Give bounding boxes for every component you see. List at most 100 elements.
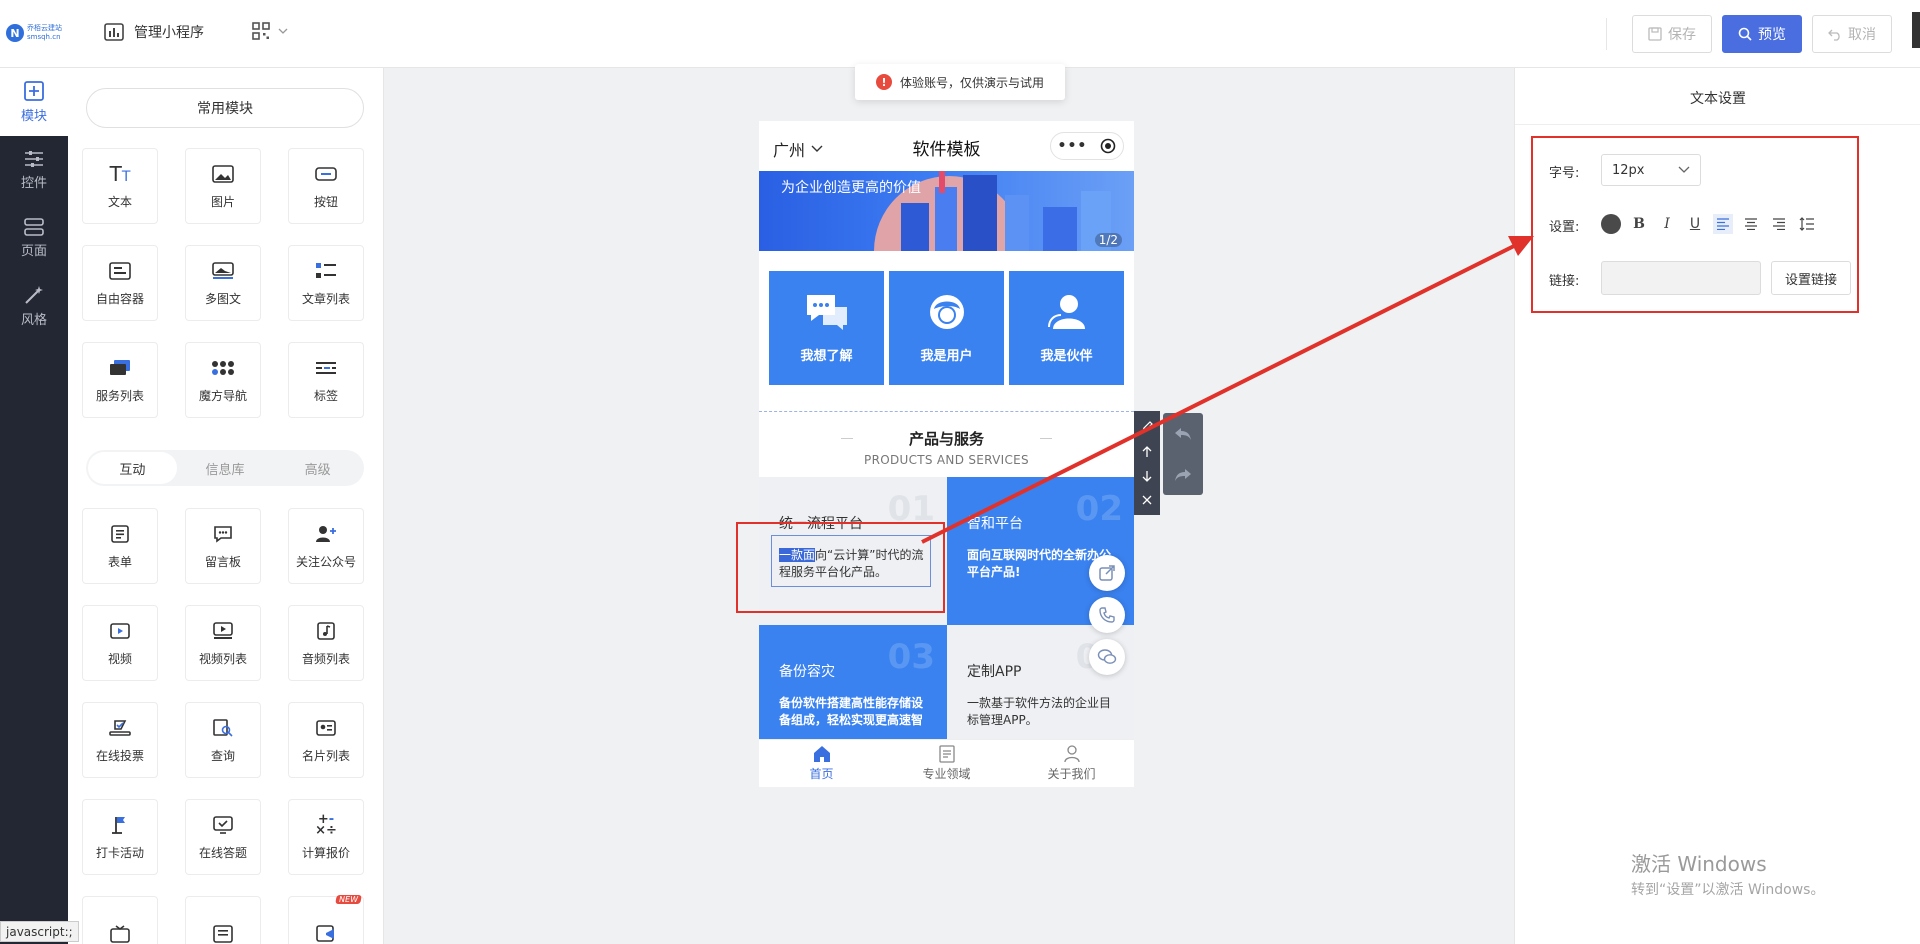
card-i-am-partner[interactable]: 我是伙伴 bbox=[1009, 271, 1124, 385]
preview-button[interactable]: 预览 bbox=[1722, 15, 1802, 53]
tab-interactive[interactable]: 互动 bbox=[88, 452, 177, 484]
tab-about-us[interactable]: 关于我们 bbox=[1009, 740, 1134, 787]
quiz-icon bbox=[211, 814, 235, 836]
phone-title-bar: 广州 软件模板 ••• bbox=[759, 121, 1134, 171]
sidebar-item-controls[interactable]: 控件 bbox=[0, 136, 68, 204]
share-float-button[interactable] bbox=[1089, 555, 1125, 591]
entry-cards: 我想了解 我是用户 我是伙伴 bbox=[769, 271, 1124, 385]
module-button[interactable]: 按钮 bbox=[288, 148, 364, 224]
more-icon[interactable]: ••• bbox=[1058, 138, 1088, 154]
module-text[interactable]: TT 文本 bbox=[82, 148, 158, 224]
module-free-container[interactable]: 自由容器 bbox=[82, 245, 158, 321]
user-plus-icon bbox=[314, 523, 338, 545]
tab-home[interactable]: 首页 bbox=[759, 740, 884, 787]
module-video[interactable]: 视频 bbox=[82, 605, 158, 681]
qr-code-dropdown[interactable] bbox=[252, 22, 288, 40]
module-new[interactable]: NEW bbox=[288, 895, 364, 944]
set-link-button[interactable]: 设置链接 bbox=[1771, 261, 1851, 295]
sidebar-item-style[interactable]: 风格 bbox=[0, 272, 68, 340]
cancel-button[interactable]: 取消 bbox=[1812, 15, 1892, 53]
redo-icon[interactable] bbox=[1174, 468, 1192, 482]
search-icon bbox=[1738, 27, 1752, 41]
modules-panel: 常用模块 TT 文本 图片 按钮 自由容器 多图文 文章列表 服务列表 魔方导航 … bbox=[68, 68, 384, 944]
container-icon bbox=[108, 260, 132, 282]
pencil-icon[interactable] bbox=[1141, 421, 1153, 433]
user-face-icon bbox=[929, 294, 964, 329]
align-right-icon[interactable] bbox=[1769, 214, 1789, 234]
logo[interactable]: N 乔栢云建站 smsqh.cn bbox=[6, 18, 68, 48]
products-section-header[interactable]: 产品与服务 PRODUCTS AND SERVICES bbox=[759, 411, 1134, 477]
phone-float-button[interactable] bbox=[1089, 597, 1125, 633]
settings-title: 文本设置 bbox=[1690, 91, 1746, 107]
multi-image-icon bbox=[211, 260, 235, 282]
italic-icon[interactable]: I bbox=[1657, 214, 1677, 234]
module-online-vote[interactable]: 在线投票 bbox=[82, 702, 158, 778]
tab-advanced[interactable]: 高级 bbox=[273, 452, 362, 484]
service-list-icon bbox=[108, 357, 132, 379]
toast-text: 体验账号，仅供演示与试用 bbox=[899, 75, 1044, 90]
card-i-am-user[interactable]: 我是用户 bbox=[889, 271, 1004, 385]
magic-wand-icon bbox=[25, 285, 43, 304]
link-input[interactable] bbox=[1601, 261, 1761, 295]
module-cube-nav[interactable]: 魔方导航 bbox=[185, 342, 261, 418]
close-circle-icon[interactable] bbox=[1100, 138, 1116, 154]
module-query[interactable]: 查询 bbox=[185, 702, 261, 778]
card-learn-more[interactable]: 我想了解 bbox=[769, 271, 884, 385]
tags-icon bbox=[314, 357, 338, 379]
preview-label: 预览 bbox=[1758, 27, 1786, 43]
module-card-list[interactable]: 名片列表 bbox=[288, 702, 364, 778]
product-number: 02 bbox=[1075, 489, 1123, 529]
text-settings-panel: 文本设置 字号: 12px 设置: B I U 链接: 设置链接 激活 Wind… bbox=[1514, 68, 1920, 944]
annotation-box-selected-text bbox=[736, 522, 945, 613]
module-message-board[interactable]: 留言板 bbox=[185, 508, 261, 584]
align-center-icon[interactable] bbox=[1741, 214, 1761, 234]
windows-activation-watermark: 激活 Windows 转到“设置”以激活 Windows。 bbox=[1631, 848, 1824, 899]
card-label: 我是伙伴 bbox=[1040, 348, 1093, 364]
banner-carousel[interactable]: 为企业创造更高的价值 1/2 bbox=[759, 171, 1134, 251]
module-calc-quote[interactable]: +- ×÷ 计算报价 bbox=[288, 799, 364, 875]
module-list[interactable] bbox=[185, 896, 261, 944]
module-follow-account[interactable]: 关注公众号 bbox=[288, 508, 364, 584]
tab-info-library[interactable]: 信息库 bbox=[181, 452, 270, 484]
chat-bubbles-icon bbox=[806, 294, 847, 330]
tab-professional-fields[interactable]: 专业领域 bbox=[884, 740, 1009, 787]
mini-program-capsule[interactable]: ••• bbox=[1050, 132, 1124, 160]
vote-icon bbox=[108, 717, 132, 739]
new-badge: NEW bbox=[335, 895, 362, 904]
card-label: 我是用户 bbox=[920, 348, 973, 364]
module-audio-list[interactable]: 音频列表 bbox=[288, 605, 364, 681]
chevron-down-icon bbox=[1678, 166, 1690, 173]
bold-icon[interactable]: B bbox=[1629, 214, 1649, 234]
manage-miniprogram-button[interactable]: 管理小程序 bbox=[104, 22, 204, 42]
title-line-left bbox=[840, 438, 853, 439]
underline-icon[interactable]: U bbox=[1685, 214, 1705, 234]
module-article-list[interactable]: 文章列表 bbox=[288, 245, 364, 321]
line-height-icon[interactable] bbox=[1797, 214, 1817, 234]
module-video-list[interactable]: 视频列表 bbox=[185, 605, 261, 681]
section-title: 产品与服务 bbox=[908, 430, 984, 448]
wechat-float-button[interactable] bbox=[1089, 639, 1125, 675]
text-color-swatch[interactable] bbox=[1601, 214, 1621, 234]
undo-icon bbox=[1828, 29, 1840, 41]
move-down-icon[interactable] bbox=[1142, 470, 1152, 483]
close-icon[interactable] bbox=[1142, 495, 1152, 505]
sidebar-item-modules[interactable]: 模块 bbox=[0, 68, 68, 136]
align-left-icon[interactable] bbox=[1713, 214, 1733, 234]
module-image[interactable]: 图片 bbox=[185, 148, 261, 224]
module-form[interactable]: 表单 bbox=[82, 508, 158, 584]
module-online-quiz[interactable]: 在线答题 bbox=[185, 799, 261, 875]
module-tags[interactable]: 标签 bbox=[288, 342, 364, 418]
sliders-icon bbox=[25, 150, 43, 167]
settings-divider bbox=[1515, 124, 1920, 125]
video-icon bbox=[108, 620, 132, 642]
undo-icon[interactable] bbox=[1174, 427, 1192, 441]
save-button[interactable]: 保存 bbox=[1632, 15, 1712, 53]
module-checkin[interactable]: 打卡活动 bbox=[82, 799, 158, 875]
module-multi-image-text[interactable]: 多图文 bbox=[185, 245, 261, 321]
module-service-list[interactable]: 服务列表 bbox=[82, 342, 158, 418]
module-live[interactable] bbox=[82, 896, 158, 944]
top-header: N 乔栢云建站 smsqh.cn 管理小程序 保存 预览 取消 bbox=[0, 0, 1920, 68]
font-size-select[interactable]: 12px bbox=[1601, 154, 1701, 186]
move-up-icon[interactable] bbox=[1142, 445, 1152, 458]
sidebar-item-pages[interactable]: 页面 bbox=[0, 204, 68, 272]
